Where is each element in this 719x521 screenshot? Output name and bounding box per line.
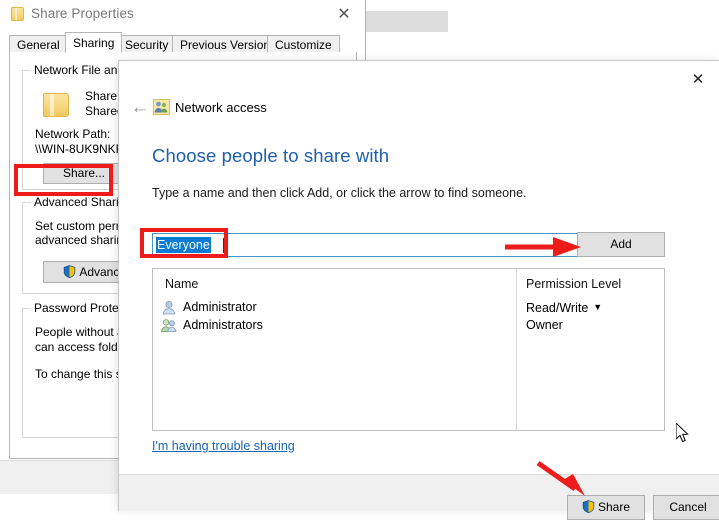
- close-icon[interactable]: ✕: [685, 69, 711, 91]
- chevron-down-icon[interactable]: ▼: [593, 298, 602, 316]
- properties-title: Share Properties: [31, 6, 134, 21]
- name-input[interactable]: Everyone: [152, 233, 601, 257]
- tab-customize[interactable]: Customize: [267, 35, 340, 53]
- row-permission-label: Read/Write: [526, 301, 589, 315]
- tab-sharing[interactable]: Sharing: [65, 32, 123, 53]
- users-group-icon: [161, 318, 177, 333]
- password-text-line-1: People without a: [35, 325, 124, 339]
- row-permission: Owner: [526, 316, 563, 334]
- password-change-text: To change this se: [35, 367, 129, 381]
- shared-folder-icon: [43, 93, 69, 117]
- back-arrow-icon[interactable]: ←: [127, 96, 153, 120]
- breadcrumb[interactable]: Network access: [175, 100, 267, 115]
- properties-tabstrip: General Sharing Security Previous Versio…: [9, 32, 357, 53]
- column-header-name: Name: [165, 277, 199, 291]
- password-description: People without a can access folder: [35, 325, 128, 355]
- page-title: Choose people to share with: [152, 145, 390, 166]
- dialog-footer: Share Cancel: [119, 474, 719, 520]
- page-subtext: Type a name and then click Add, or click…: [152, 186, 527, 200]
- password-text-line-2: can access folder: [35, 340, 129, 354]
- close-icon[interactable]: ✕: [332, 4, 356, 26]
- name-input-value: Everyone: [156, 237, 211, 253]
- network-access-dialog: ✕ ← Network access Choose people to shar…: [118, 60, 719, 520]
- row-permission[interactable]: Read/Write ▼: [526, 298, 602, 317]
- share-confirm-label: Share: [597, 500, 631, 514]
- share-button[interactable]: Share...: [43, 163, 125, 184]
- people-list[interactable]: Name Permission Level Administrator Read…: [152, 268, 665, 431]
- text-caret: [223, 238, 224, 253]
- properties-titlebar: Share Properties ✕: [0, 0, 365, 31]
- share-confirm-button[interactable]: Share: [567, 495, 645, 520]
- row-name: Administrators: [183, 318, 263, 332]
- column-header-permission: Permission Level: [526, 277, 622, 291]
- mouse-cursor: [675, 421, 690, 444]
- row-name: Administrator: [183, 300, 257, 314]
- trouble-sharing-link[interactable]: I'm having trouble sharing: [152, 439, 295, 453]
- cancel-button[interactable]: Cancel: [653, 495, 719, 520]
- tab-general[interactable]: General: [9, 35, 68, 53]
- users-group-icon: [153, 99, 170, 115]
- row-permission-label: Owner: [526, 318, 563, 332]
- uac-shield-icon: [582, 498, 595, 514]
- add-button[interactable]: Add: [577, 232, 665, 257]
- network-file-group-legend: Network File and: [31, 63, 128, 77]
- folder-icon: [11, 7, 24, 22]
- background-grey-block: [363, 11, 448, 32]
- tab-security[interactable]: Security: [117, 35, 177, 53]
- network-path-label: Network Path:: [35, 127, 111, 141]
- single-user-icon: [161, 300, 177, 315]
- column-divider: [516, 269, 517, 430]
- network-path-value: \\WIN-8UK9NKF: [35, 142, 124, 156]
- uac-shield-icon: [63, 264, 76, 279]
